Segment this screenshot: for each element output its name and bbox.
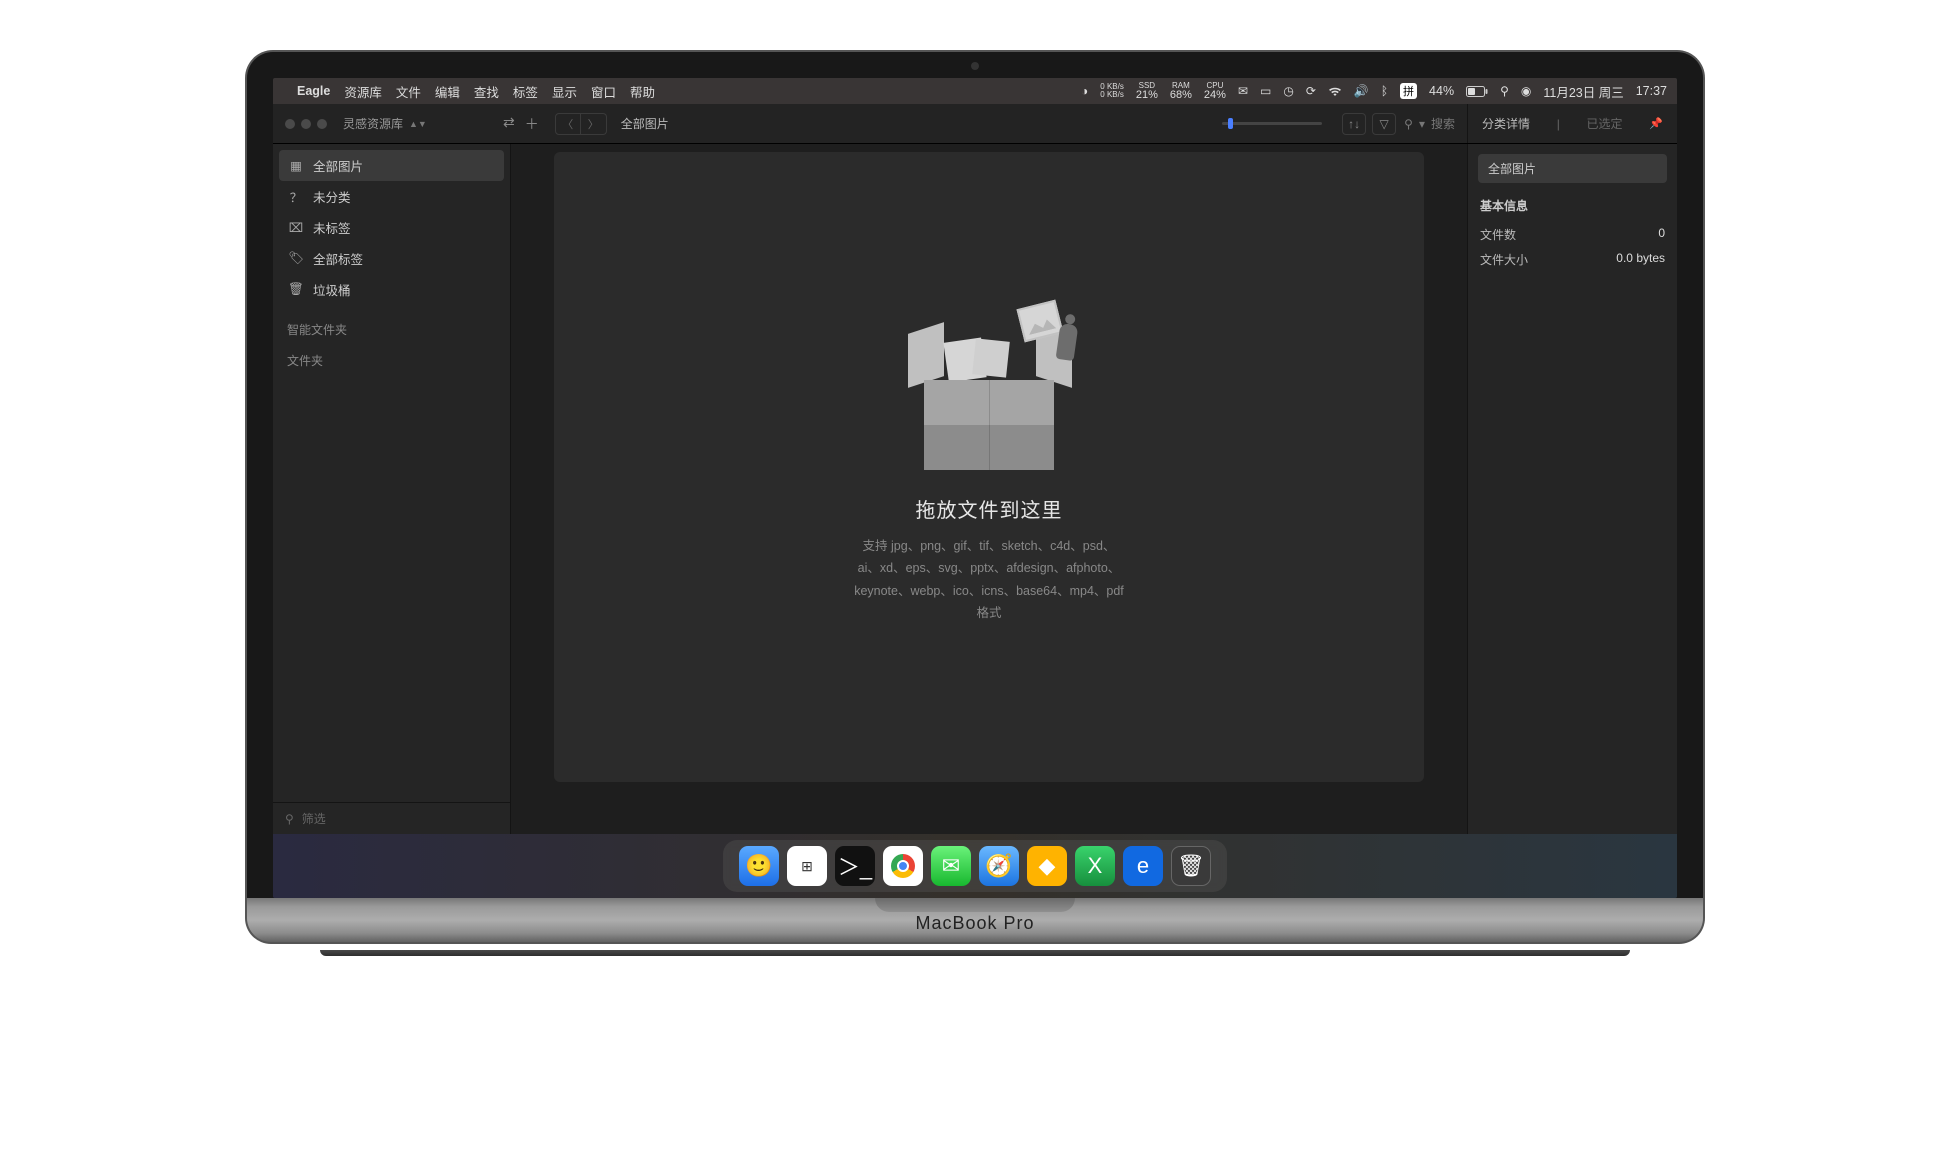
spotlight-icon[interactable]: ⚲ <box>1500 84 1509 98</box>
sidebar-item-label: 全部图片 <box>313 156 363 175</box>
menu-view[interactable]: 显示 <box>552 82 577 101</box>
info-title-chip: 全部图片 <box>1478 154 1667 183</box>
info-row-count: 文件数0 <box>1478 222 1667 247</box>
sidebar-item-label: 垃圾桶 <box>313 280 351 299</box>
ime-indicator[interactable]: 拼 <box>1400 83 1417 99</box>
dock: 🙂 ⊞ ＞_ ✉ 🧭 ◆ X e 🗑 <box>723 840 1227 892</box>
search-icon: ⚲ <box>1404 117 1413 131</box>
window-controls[interactable] <box>273 119 339 129</box>
battery-percent[interactable]: 44% <box>1429 84 1454 98</box>
menu-window[interactable]: 窗口 <box>591 82 616 101</box>
laptop-base: MacBook Pro <box>245 898 1705 944</box>
thumbnail-zoom-slider[interactable] <box>1222 122 1322 125</box>
wifi-icon[interactable] <box>1328 86 1342 97</box>
clock-icon[interactable]: ◷ <box>1283 84 1293 98</box>
sidebar-item-label: 全部标签 <box>313 249 363 268</box>
sidebar-item-all[interactable]: ▦ 全部图片 <box>279 150 504 181</box>
box-illustration <box>904 310 1074 470</box>
dock-excel[interactable]: X <box>1075 846 1115 886</box>
sidebar: ▦ 全部图片 ？ 未分类 ⌧ 未标签 <box>273 144 511 834</box>
dropzone-title: 拖放文件到这里 <box>916 494 1063 523</box>
sidebar-item-label: 未分类 <box>313 187 351 206</box>
menubar-time[interactable]: 17:37 <box>1636 84 1667 98</box>
sidebar-item-alltags[interactable]: 🏷 全部标签 <box>279 243 504 274</box>
transfer-icon[interactable]: ⇄ <box>503 114 515 134</box>
sidebar-item-label: 未标签 <box>313 218 351 237</box>
dock-chrome[interactable] <box>883 846 923 886</box>
istat-icon[interactable]: ◑ <box>1081 84 1088 98</box>
tab-details[interactable]: 分类详情 <box>1482 115 1530 132</box>
menu-edit[interactable]: 编辑 <box>435 82 460 101</box>
camera <box>971 62 979 70</box>
nav-back-button[interactable]: 〈 <box>555 113 581 135</box>
ram-stat[interactable]: RAM68% <box>1170 82 1192 101</box>
grid-icon: ▦ <box>289 158 303 173</box>
app-name[interactable]: Eagle <box>297 84 330 98</box>
chevron-updown-icon: ▲▼ <box>409 119 427 129</box>
pin-icon[interactable]: 📌 <box>1649 117 1663 130</box>
net-stat[interactable]: 0 KB/s0 KB/s <box>1100 83 1124 99</box>
question-icon: ？ <box>289 187 303 206</box>
app-toolbar: 灵感资源库 ▲▼ ⇄ ＋ 〈 〉 全部图片 ↑↓ <box>273 104 1677 144</box>
menu-help[interactable]: 帮助 <box>630 82 655 101</box>
menu-tags[interactable]: 标签 <box>513 82 538 101</box>
siri-icon[interactable]: ◉ <box>1521 84 1531 98</box>
tags-icon: 🏷 <box>289 251 303 266</box>
laptop-frame: Eagle 资源库 文件 编辑 查找 标签 显示 窗口 帮助 ◑ 0 KB/s0… <box>245 50 1705 944</box>
info-row-size: 文件大小0.0 bytes <box>1478 247 1667 272</box>
battery-icon[interactable] <box>1466 86 1488 97</box>
search-caret-icon: ▾ <box>1419 117 1425 131</box>
laptop-label: MacBook Pro <box>915 913 1034 934</box>
eagle-window: 灵感资源库 ▲▼ ⇄ ＋ 〈 〉 全部图片 ↑↓ <box>273 104 1677 898</box>
info-panel: 全部图片 基本信息 文件数0 文件大小0.0 bytes <box>1467 144 1677 834</box>
search-icon: ⚲ <box>285 812 294 826</box>
filter-placeholder: 筛选 <box>302 810 326 827</box>
sidebar-item-trash[interactable]: 🗑 垃圾桶 <box>279 274 504 305</box>
dock-safari[interactable]: 🧭 <box>979 846 1019 886</box>
volume-icon[interactable]: 🔊 <box>1354 84 1369 98</box>
info-section-header: 基本信息 <box>1480 197 1665 214</box>
menubar-date[interactable]: 11月23日 周三 <box>1543 82 1623 101</box>
sidebar-filter[interactable]: ⚲ 筛选 <box>273 802 510 834</box>
library-picker[interactable]: 灵感资源库 ▲▼ <box>343 115 503 132</box>
dock-terminal[interactable]: ＞_ <box>835 846 875 886</box>
dropzone-subtitle: 支持 jpg、png、gif、tif、sketch、c4d、psd、 ai、xd… <box>854 535 1124 625</box>
tab-selected[interactable]: 已选定 <box>1587 115 1623 132</box>
sidebar-item-uncategorized[interactable]: ？ 未分类 <box>279 181 504 212</box>
ssd-stat[interactable]: SSD21% <box>1136 82 1158 101</box>
menu-library[interactable]: 资源库 <box>344 82 382 101</box>
bluetooth-icon[interactable]: ᛒ <box>1381 84 1388 98</box>
filter-button[interactable]: ▽ <box>1372 113 1396 135</box>
dock-launchpad[interactable]: ⊞ <box>787 846 827 886</box>
dock-edge[interactable]: e <box>1123 846 1163 886</box>
nav-forward-button[interactable]: 〉 <box>581 113 607 135</box>
trash-icon: 🗑 <box>289 282 303 297</box>
sort-button[interactable]: ↑↓ <box>1342 113 1366 135</box>
library-name: 灵感资源库 <box>343 115 403 132</box>
menu-find[interactable]: 查找 <box>474 82 499 101</box>
macos-menubar: Eagle 资源库 文件 编辑 查找 标签 显示 窗口 帮助 ◑ 0 KB/s0… <box>273 78 1677 104</box>
add-icon[interactable]: ＋ <box>525 114 539 134</box>
airplay-icon[interactable]: ▭ <box>1260 84 1271 98</box>
dropzone[interactable]: 拖放文件到这里 支持 jpg、png、gif、tif、sketch、c4d、ps… <box>554 152 1424 782</box>
sidebar-item-untagged[interactable]: ⌧ 未标签 <box>279 212 504 243</box>
dock-trash[interactable]: 🗑 <box>1171 846 1211 886</box>
sync-icon[interactable]: ⟳ <box>1306 84 1316 98</box>
dock-wechat[interactable]: ✉ <box>931 846 971 886</box>
tag-x-icon: ⌧ <box>289 220 303 235</box>
wechat-status-icon[interactable]: ✉ <box>1238 84 1248 98</box>
cpu-stat[interactable]: CPU24% <box>1204 82 1226 101</box>
main-content: 拖放文件到这里 支持 jpg、png、gif、tif、sketch、c4d、ps… <box>511 144 1467 834</box>
sidebar-group-folders[interactable]: 文件夹 <box>273 342 510 373</box>
search-field[interactable]: ⚲ ▾ 搜索 <box>1404 115 1455 132</box>
dock-area: 🙂 ⊞ ＞_ ✉ 🧭 ◆ X e 🗑 <box>273 834 1677 898</box>
menu-file[interactable]: 文件 <box>396 82 421 101</box>
dock-finder[interactable]: 🙂 <box>739 846 779 886</box>
search-placeholder: 搜索 <box>1431 115 1455 132</box>
breadcrumb: 全部图片 <box>621 115 669 132</box>
dock-sketch[interactable]: ◆ <box>1027 846 1067 886</box>
sidebar-group-smart[interactable]: 智能文件夹 <box>273 311 510 342</box>
